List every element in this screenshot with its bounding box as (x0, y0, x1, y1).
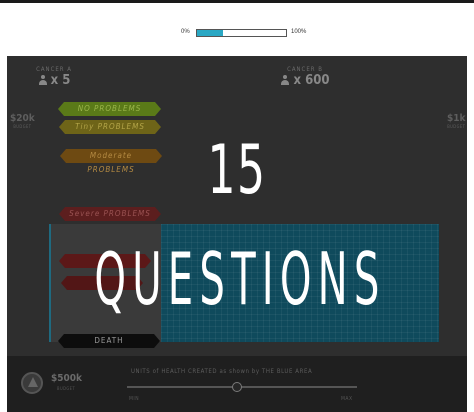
scenario-panel: CANCER A x 5 CANCER B x 600 $20k BUDGET … (7, 56, 467, 356)
progress-bar (196, 29, 287, 37)
progress-max-label: 100% (291, 29, 307, 35)
total-budget-label: BUDGET (57, 386, 76, 391)
slider-min-label: MIN (129, 396, 140, 402)
total-budget-value: $500k (51, 373, 83, 384)
questions-heading: QUESTIONS (94, 237, 386, 321)
question-count: 15 (207, 131, 267, 210)
health-slider-knob[interactable] (232, 382, 243, 392)
progress-min-label: 0% (181, 29, 190, 35)
top-divider (0, 0, 474, 3)
slider-max-label: MAX (341, 396, 353, 402)
progress-fill (197, 30, 223, 36)
slider-caption: UNITS of HEALTH CREATED as shown by THE … (131, 368, 313, 375)
intro-overlay: 15 QUESTIONS (7, 56, 467, 356)
budget-control-bar: $500k BUDGET UNITS of HEALTH CREATED as … (7, 356, 467, 412)
game-stage: CANCER A x 5 CANCER B x 600 $20k BUDGET … (7, 56, 467, 412)
progress-indicator: 0% 100% (0, 27, 474, 41)
budget-icon (21, 372, 43, 394)
